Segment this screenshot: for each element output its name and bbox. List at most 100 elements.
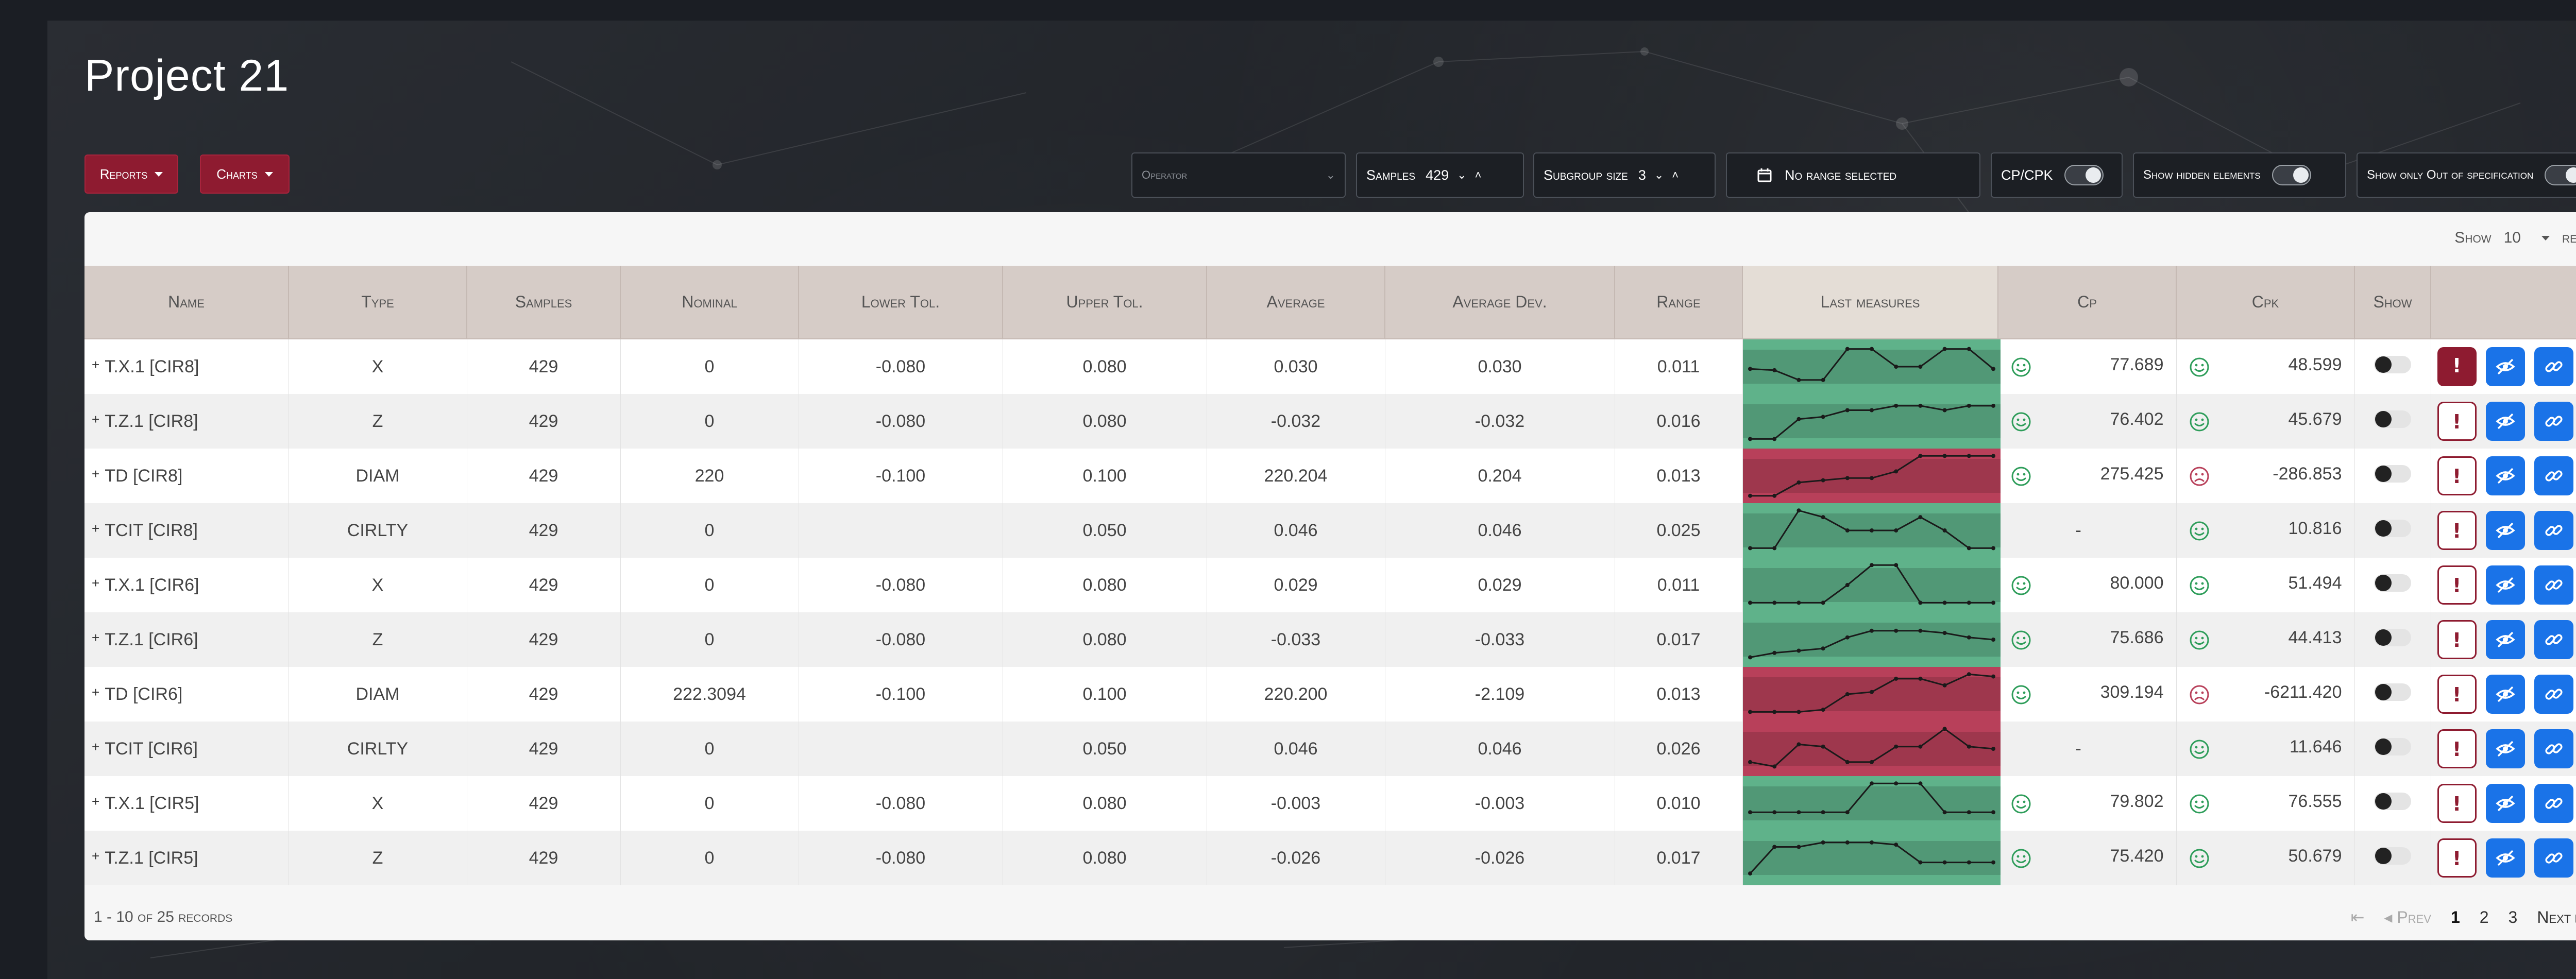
subgroup-size-control[interactable]: Subgroup size 3 ⌄ ˄: [1533, 152, 1716, 198]
hide-button[interactable]: [2485, 456, 2525, 495]
hide-button[interactable]: [2485, 729, 2525, 768]
col-header-samples[interactable]: Samples: [467, 266, 621, 339]
table-row[interactable]: + T.X.1 [CIR8] X 429 0 -0.080 0.080 0.030 0.030 0…: [84, 339, 2576, 394]
table-row[interactable]: + T.X.1 [CIR5] X 429 0 -0.080 0.080 -0.003 -0.00…: [84, 776, 2576, 831]
hide-button[interactable]: [2485, 784, 2525, 823]
row-show-toggle[interactable]: [2374, 574, 2411, 592]
col-header-range[interactable]: Range: [1615, 266, 1743, 339]
expand-plus-icon[interactable]: +: [92, 466, 99, 482]
expand-plus-icon[interactable]: +: [92, 411, 99, 427]
page-3-button[interactable]: 3: [2509, 908, 2518, 927]
show-oos-toggle[interactable]: [2545, 165, 2576, 185]
alert-button[interactable]: !: [2437, 511, 2477, 550]
records-per-page-select[interactable]: 10: [2504, 229, 2550, 247]
link-button[interactable]: [2534, 565, 2573, 605]
link-button[interactable]: [2534, 675, 2573, 714]
expand-plus-icon[interactable]: +: [92, 521, 99, 536]
link-button[interactable]: [2534, 784, 2573, 823]
row-range: 0.013: [1615, 667, 1743, 722]
col-header-name[interactable]: Name: [84, 266, 289, 339]
chevron-down-icon[interactable]: ⌄: [1654, 168, 1664, 182]
col-header-cpk[interactable]: Cpk: [2176, 266, 2355, 339]
expand-plus-icon[interactable]: +: [92, 794, 99, 809]
link-button[interactable]: [2534, 511, 2573, 550]
alert-button[interactable]: !: [2437, 456, 2477, 495]
link-button[interactable]: [2534, 402, 2573, 441]
smiley-face-icon: [2190, 740, 2209, 759]
operator-select[interactable]: Operator ⌄: [1131, 152, 1346, 198]
chevron-up-icon[interactable]: ˄: [1672, 168, 1679, 182]
row-show-toggle[interactable]: [2374, 847, 2411, 865]
link-button[interactable]: [2534, 456, 2573, 495]
chevron-down-icon[interactable]: ⌄: [1457, 168, 1466, 182]
alert-button[interactable]: !: [2437, 565, 2477, 605]
table-row[interactable]: + TCIT [CIR8] CIRLTY 429 0 0.050 0.046 0.046 0.0…: [84, 503, 2576, 558]
row-type: Z: [289, 612, 467, 667]
link-button[interactable]: [2534, 620, 2573, 659]
link-button[interactable]: [2534, 347, 2573, 386]
samples-control[interactable]: Samples 429 ⌄ ˄: [1356, 152, 1524, 198]
row-show-toggle[interactable]: [2374, 355, 2411, 373]
table-row[interactable]: + TD [CIR6] DIAM 429 222.3094 -0.100 0.100 220.…: [84, 667, 2576, 722]
table-row[interactable]: + T.Z.1 [CIR6] Z 429 0 -0.080 0.080 -0.033 -0.03…: [84, 612, 2576, 667]
col-header-cp[interactable]: Cp: [1998, 266, 2177, 339]
alert-button[interactable]: !: [2437, 620, 2477, 659]
col-header-average[interactable]: Average: [1207, 266, 1385, 339]
row-show-toggle[interactable]: [2374, 683, 2411, 701]
row-show-toggle[interactable]: [2374, 465, 2411, 483]
link-button[interactable]: [2534, 729, 2573, 768]
row-show-toggle[interactable]: [2374, 737, 2411, 755]
col-header-type[interactable]: Type: [289, 266, 467, 339]
row-show-toggle[interactable]: [2374, 792, 2411, 810]
alert-button[interactable]: !: [2437, 347, 2477, 386]
row-show-toggle[interactable]: [2374, 410, 2411, 428]
alert-button[interactable]: !: [2437, 675, 2477, 714]
alert-button[interactable]: !: [2437, 402, 2477, 441]
cpcpk-toggle[interactable]: [2064, 165, 2104, 185]
page-1-button[interactable]: 1: [2451, 908, 2460, 927]
col-header-upper-tol[interactable]: Upper Tol.: [1003, 266, 1207, 339]
expand-plus-icon[interactable]: +: [92, 575, 99, 591]
chevron-up-icon[interactable]: ˄: [1475, 168, 1482, 182]
hide-button[interactable]: [2485, 347, 2525, 386]
sparkline-point: [1796, 742, 1801, 747]
hide-button[interactable]: [2485, 675, 2525, 714]
expand-plus-icon[interactable]: +: [92, 357, 99, 372]
expand-plus-icon[interactable]: +: [92, 739, 99, 754]
prev-page-button[interactable]: ◂ Prev: [2384, 907, 2431, 927]
show-hidden-toggle[interactable]: [2272, 165, 2311, 185]
show-out-of-spec-control[interactable]: Show only Out of specification: [2357, 152, 2576, 198]
expand-plus-icon[interactable]: +: [92, 684, 99, 700]
reports-dropdown-button[interactable]: Reports: [84, 154, 178, 194]
table-row[interactable]: + TD [CIR8] DIAM 429 220 -0.100 0.100 220.204 0.…: [84, 449, 2576, 503]
row-show-toggle[interactable]: [2374, 628, 2411, 646]
first-page-icon[interactable]: ⇤: [2351, 907, 2365, 927]
hide-button[interactable]: [2485, 402, 2525, 441]
col-header-lower-tol[interactable]: Lower Tol.: [799, 266, 1003, 339]
row-show-toggle[interactable]: [2374, 519, 2411, 537]
charts-dropdown-button[interactable]: Charts: [200, 154, 290, 194]
hide-button[interactable]: [2485, 620, 2525, 659]
expand-plus-icon[interactable]: +: [92, 848, 99, 864]
page-2-button[interactable]: 2: [2480, 908, 2489, 927]
show-hidden-elements-control[interactable]: Show hidden elements: [2133, 152, 2346, 198]
row-name: T.X.1 [CIR5]: [105, 793, 199, 813]
col-header-average-dev[interactable]: Average Dev.: [1385, 266, 1615, 339]
hide-button[interactable]: [2485, 511, 2525, 550]
cpcpk-toggle-control[interactable]: CP/CPK: [1991, 152, 2123, 198]
table-row[interactable]: + TCIT [CIR6] CIRLTY 429 0 0.050 0.046 0.046 0.0…: [84, 722, 2576, 776]
next-page-button[interactable]: Next ▸: [2537, 907, 2576, 927]
table-row[interactable]: + T.X.1 [CIR6] X 429 0 -0.080 0.080 0.029 0.029 0…: [84, 558, 2576, 612]
date-range-picker[interactable]: No range selected: [1726, 152, 1980, 198]
hide-button[interactable]: [2485, 565, 2525, 605]
table-row[interactable]: + T.Z.1 [CIR5] Z 429 0 -0.080 0.080 -0.026 -0.02…: [84, 831, 2576, 885]
hide-button[interactable]: [2485, 838, 2525, 878]
alert-button[interactable]: !: [2437, 838, 2477, 878]
expand-plus-icon[interactable]: +: [92, 630, 99, 645]
alert-button[interactable]: !: [2437, 729, 2477, 768]
col-header-nominal[interactable]: Nominal: [620, 266, 799, 339]
row-samples: 429: [467, 776, 621, 831]
alert-button[interactable]: !: [2437, 784, 2477, 823]
link-button[interactable]: [2534, 838, 2573, 878]
table-row[interactable]: + T.Z.1 [CIR8] Z 429 0 -0.080 0.080 -0.032 -0.03…: [84, 394, 2576, 449]
